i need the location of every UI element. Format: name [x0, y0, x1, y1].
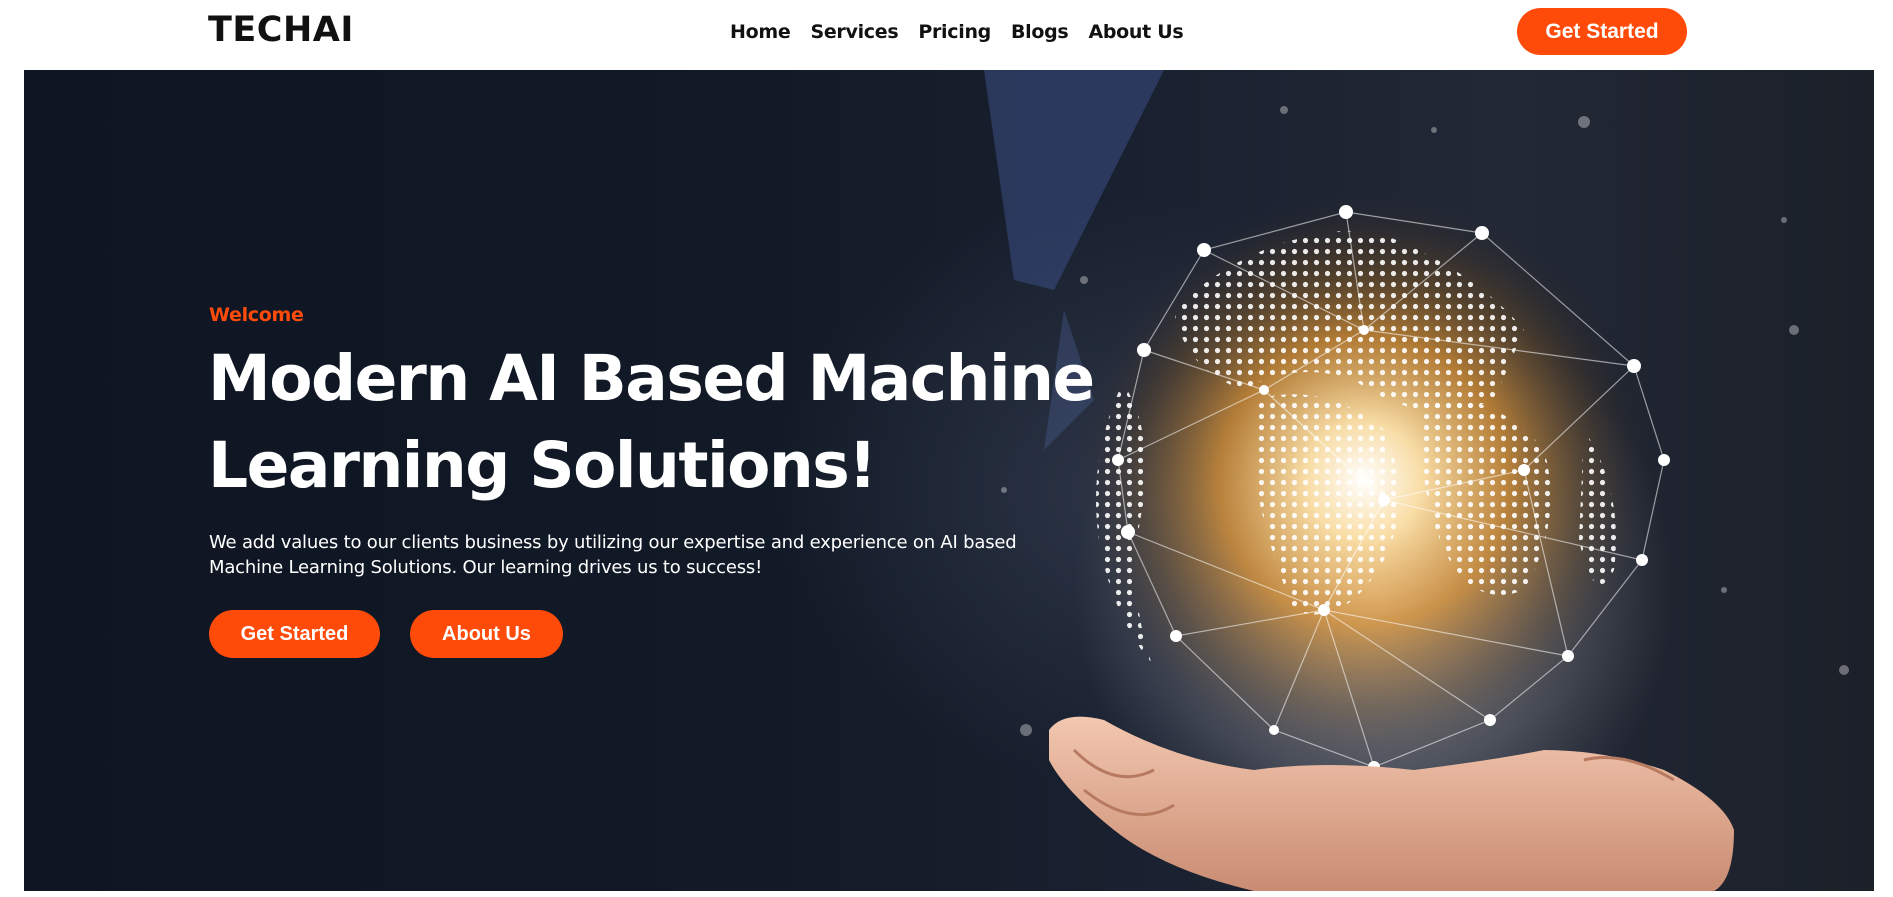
get-started-button[interactable]: Get Started: [209, 610, 380, 658]
nav-about-link[interactable]: About Us: [1088, 21, 1183, 43]
nav-blogs-link[interactable]: Blogs: [1011, 21, 1069, 43]
main-nav: Home Services Pricing Blogs About Us: [730, 0, 1184, 63]
nav-home-link[interactable]: Home: [730, 21, 791, 43]
hero-eyebrow: Welcome: [209, 304, 304, 326]
hero-title: Modern AI Based Machine Learning Solutio…: [208, 342, 1095, 502]
hero-description: We add values to our clients business by…: [209, 532, 1017, 578]
about-us-button[interactable]: About Us: [410, 610, 563, 658]
nav-pricing-link[interactable]: Pricing: [918, 21, 991, 43]
get-started-header-button[interactable]: Get Started: [1517, 8, 1687, 55]
nav-services-link[interactable]: Services: [810, 21, 898, 43]
hero-section: Welcome Modern AI Based Machine Learning…: [24, 70, 1874, 891]
brand-logo[interactable]: TECHAI: [208, 10, 354, 50]
top-navigation-bar: TECHAI Home Services Pricing Blogs About…: [0, 0, 1893, 70]
